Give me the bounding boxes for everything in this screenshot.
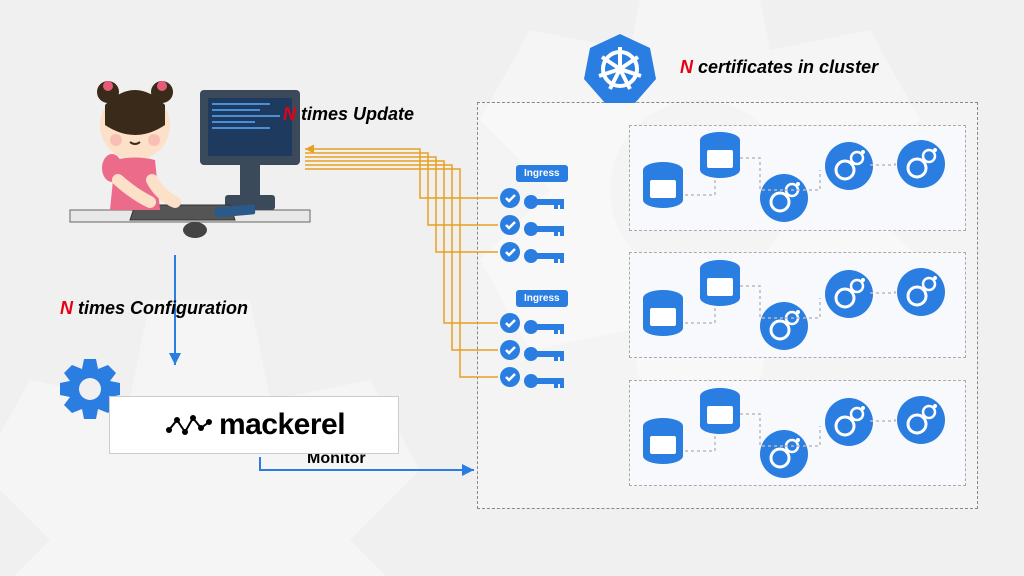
database-icon (640, 160, 686, 210)
mackerel-label: mackerel (219, 408, 345, 442)
ingress-badge-1: Ingress (516, 165, 568, 182)
pod-icon (758, 428, 810, 480)
pod-icon (895, 138, 947, 190)
cert-icon (498, 186, 578, 216)
update-label: N times Update (283, 104, 414, 125)
operator-illustration (60, 50, 320, 250)
cert-icon (498, 240, 578, 270)
pod-icon (823, 140, 875, 192)
database-icon (697, 130, 743, 180)
pod-icon (823, 268, 875, 320)
mackerel-box: mackerel (109, 396, 399, 454)
database-icon (640, 416, 686, 466)
kubernetes-icon (583, 31, 658, 106)
pod-icon (895, 394, 947, 446)
database-icon (640, 288, 686, 338)
pod-icon (758, 300, 810, 352)
database-icon (697, 386, 743, 436)
cert-icon (498, 338, 578, 368)
mackerel-logo-icon (163, 410, 213, 440)
ingress-badge-2: Ingress (516, 290, 568, 307)
pod-icon (895, 266, 947, 318)
cert-icon (498, 213, 578, 243)
cert-icon (498, 311, 578, 341)
cluster-label: N certificates in cluster (680, 57, 878, 78)
config-label: N times Configuration (60, 298, 248, 319)
pod-icon (758, 172, 810, 224)
pod-icon (823, 396, 875, 448)
cert-icon (498, 365, 578, 395)
database-icon (697, 258, 743, 308)
